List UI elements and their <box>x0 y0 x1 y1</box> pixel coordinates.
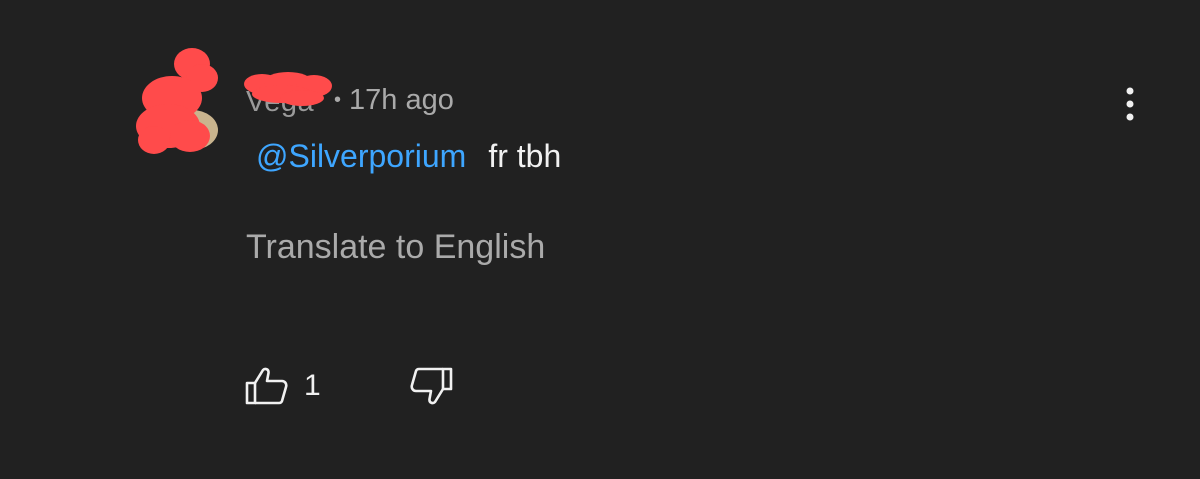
comment-thread-item: Vega • 17h ago @Silverporium fr tbh Trans… <box>0 0 1200 479</box>
thumbs-down-icon <box>410 367 453 405</box>
redaction-mark <box>244 72 332 106</box>
like-button[interactable]: 1 <box>244 366 321 406</box>
author-name[interactable]: Vega <box>244 72 332 122</box>
avatar[interactable] <box>132 44 224 156</box>
dislike-button[interactable] <box>408 366 454 411</box>
comment-meta: Vega • 17h ago <box>244 72 454 122</box>
more-options-button[interactable] <box>1112 82 1148 126</box>
more-vert-icon <box>1126 87 1134 121</box>
mention-link[interactable]: @Silverporium <box>256 138 466 174</box>
comment-timestamp[interactable]: 17h ago <box>349 84 454 117</box>
comment-message: fr tbh <box>488 138 562 174</box>
comment-text: @Silverporium fr tbh <box>256 138 561 175</box>
translate-button[interactable]: Translate to English <box>246 228 545 267</box>
like-count: 1 <box>304 369 321 402</box>
thumbs-up-icon <box>245 367 288 405</box>
